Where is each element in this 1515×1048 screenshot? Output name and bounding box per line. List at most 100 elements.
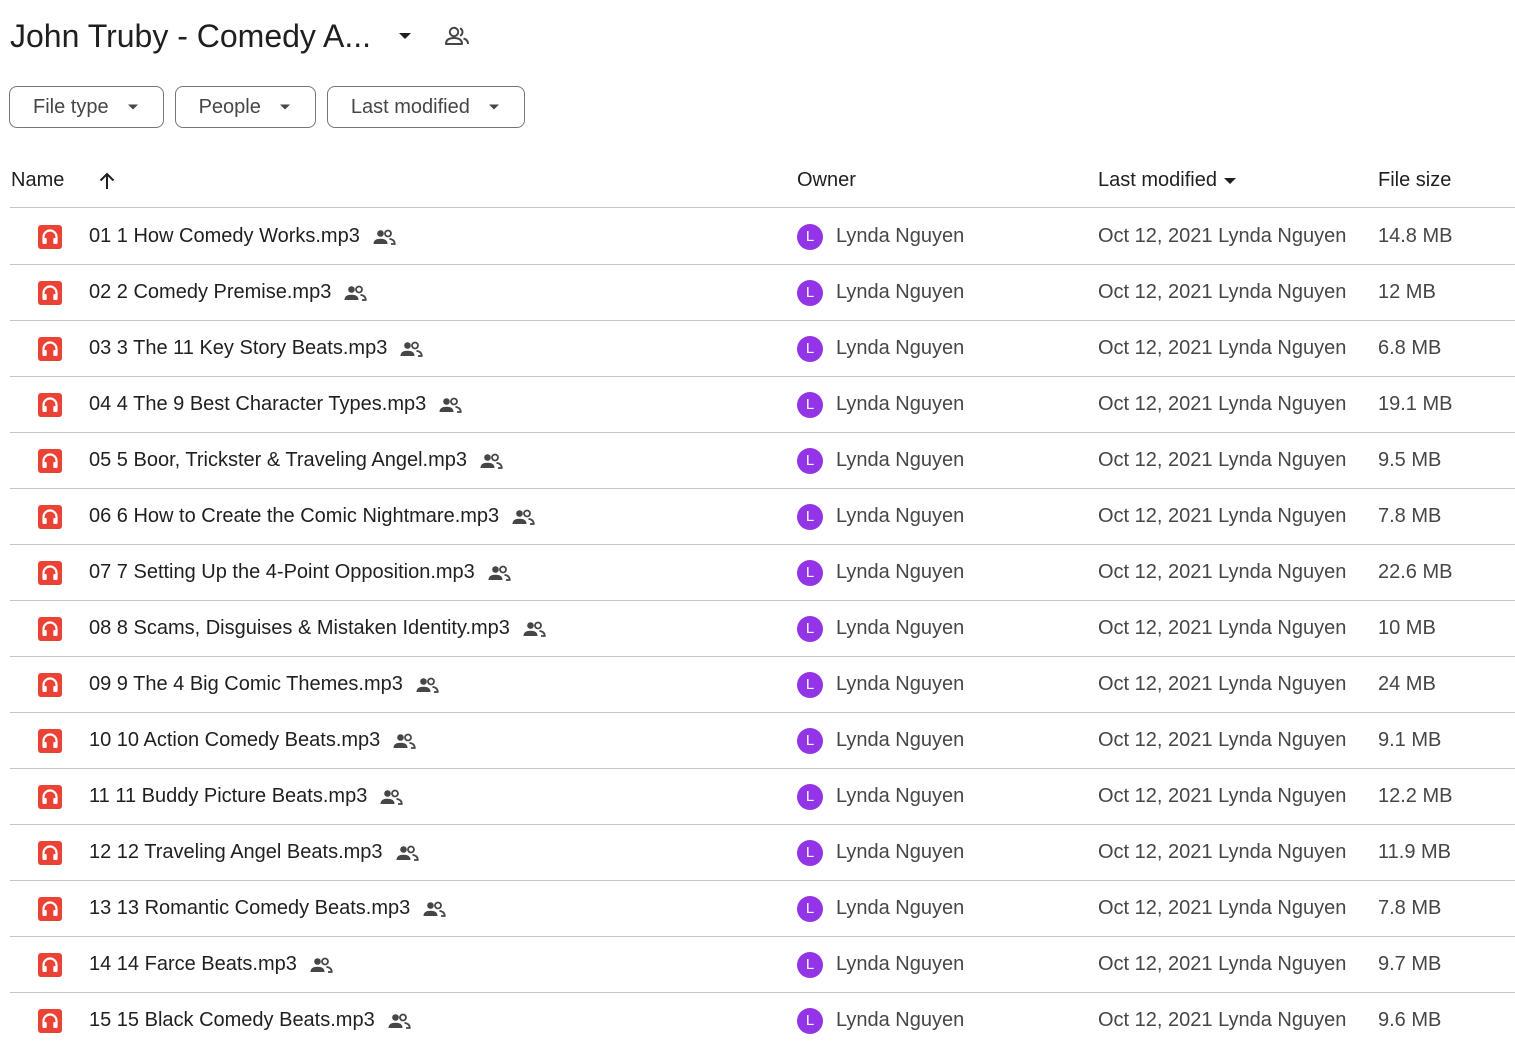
owner-cell: L Lynda Nguyen bbox=[797, 825, 964, 880]
avatar[interactable]: L bbox=[797, 335, 823, 362]
shared-people-icon bbox=[395, 845, 419, 861]
last-modified-cell: Oct 12, 2021 Lynda Nguyen bbox=[1098, 281, 1347, 303]
last-modified-cell: Oct 12, 2021 Lynda Nguyen bbox=[1098, 785, 1347, 807]
caret-down-icon bbox=[488, 103, 500, 111]
file-row[interactable]: 13 13 Romantic Comedy Beats.mp3 L Lynda … bbox=[10, 881, 1515, 937]
filter-bar: File type People Last modified bbox=[9, 86, 525, 128]
file-row[interactable]: 12 12 Traveling Angel Beats.mp3 L Lynda … bbox=[10, 825, 1515, 881]
avatar[interactable]: L bbox=[797, 559, 823, 586]
file-size-cell: 7.8 MB bbox=[1378, 897, 1442, 919]
file-name: 14 14 Farce Beats.mp3 bbox=[89, 937, 333, 992]
last-modified-cell: Oct 12, 2021 Lynda Nguyen bbox=[1098, 393, 1347, 415]
file-row[interactable]: 01 1 How Comedy Works.mp3 L Lynda Nguyen… bbox=[10, 209, 1515, 265]
file-name: 15 15 Black Comedy Beats.mp3 bbox=[89, 993, 411, 1048]
drive-folder-view: John Truby - Comedy A... File type Peopl… bbox=[0, 0, 1515, 1048]
file-name: 09 9 The 4 Big Comic Themes.mp3 bbox=[89, 657, 439, 712]
last-modified-cell: Oct 12, 2021 Lynda Nguyen bbox=[1098, 337, 1347, 359]
file-size-cell: 9.5 MB bbox=[1378, 449, 1442, 471]
avatar[interactable]: L bbox=[797, 671, 823, 698]
audio-file-icon bbox=[38, 209, 62, 264]
file-row[interactable]: 04 4 The 9 Best Character Types.mp3 L Ly… bbox=[10, 377, 1515, 433]
file-size-cell: 11.9 MB bbox=[1378, 841, 1451, 863]
audio-file-icon bbox=[38, 881, 62, 936]
file-row[interactable]: 06 6 How to Create the Comic Nightmare.m… bbox=[10, 489, 1515, 545]
owner-cell: L Lynda Nguyen bbox=[797, 993, 964, 1048]
shared-people-icon bbox=[372, 229, 396, 245]
avatar[interactable]: L bbox=[797, 895, 823, 922]
file-row[interactable]: 10 10 Action Comedy Beats.mp3 L Lynda Ng… bbox=[10, 713, 1515, 769]
file-name: 02 2 Comedy Premise.mp3 bbox=[89, 265, 367, 320]
arrow-up-icon[interactable] bbox=[92, 153, 122, 208]
filter-last-modified[interactable]: Last modified bbox=[326, 86, 525, 128]
file-size-cell: 9.6 MB bbox=[1378, 1009, 1442, 1031]
avatar[interactable]: L bbox=[797, 951, 823, 978]
file-row[interactable]: 14 14 Farce Beats.mp3 L Lynda Nguyen Oct… bbox=[10, 937, 1515, 993]
file-row[interactable]: 07 7 Setting Up the 4-Point Opposition.m… bbox=[10, 545, 1515, 601]
column-header-file-size[interactable]: File size bbox=[1378, 153, 1451, 208]
file-name: 07 7 Setting Up the 4-Point Opposition.m… bbox=[89, 545, 511, 600]
avatar[interactable]: L bbox=[797, 727, 823, 754]
owner-name: Lynda Nguyen bbox=[836, 785, 965, 807]
filter-file-type[interactable]: File type bbox=[9, 86, 164, 128]
file-size-cell: 24 MB bbox=[1378, 673, 1436, 695]
owner-name: Lynda Nguyen bbox=[836, 561, 965, 583]
audio-file-icon bbox=[38, 321, 62, 376]
last-modified-cell: Oct 12, 2021 Lynda Nguyen bbox=[1098, 897, 1347, 919]
caret-down-icon bbox=[127, 103, 139, 111]
avatar[interactable]: L bbox=[797, 279, 823, 306]
owner-name: Lynda Nguyen bbox=[836, 841, 965, 863]
avatar[interactable]: L bbox=[797, 391, 823, 418]
shared-folder-icon[interactable] bbox=[437, 16, 477, 56]
owner-name: Lynda Nguyen bbox=[836, 281, 965, 303]
filter-label: Last modified bbox=[350, 95, 470, 118]
file-row[interactable]: 09 9 The 4 Big Comic Themes.mp3 L Lynda … bbox=[10, 657, 1515, 713]
filter-people[interactable]: People bbox=[174, 86, 316, 128]
column-header-name[interactable]: Name bbox=[11, 153, 64, 208]
file-row[interactable]: 15 15 Black Comedy Beats.mp3 L Lynda Ngu… bbox=[10, 993, 1515, 1048]
file-row[interactable]: 02 2 Comedy Premise.mp3 L Lynda Nguyen O… bbox=[10, 265, 1515, 321]
shared-people-icon bbox=[343, 285, 367, 301]
avatar[interactable]: L bbox=[797, 1007, 823, 1034]
owner-cell: L Lynda Nguyen bbox=[797, 881, 964, 936]
file-name-text: 07 7 Setting Up the 4-Point Opposition.m… bbox=[89, 561, 475, 583]
file-name-text: 08 8 Scams, Disguises & Mistaken Identit… bbox=[89, 617, 510, 639]
file-size-cell: 14.8 MB bbox=[1378, 225, 1453, 247]
avatar[interactable]: L bbox=[797, 503, 823, 530]
avatar[interactable]: L bbox=[797, 223, 823, 250]
avatar[interactable]: L bbox=[797, 783, 823, 810]
shared-people-icon bbox=[422, 901, 446, 917]
file-name: 12 12 Traveling Angel Beats.mp3 bbox=[89, 825, 419, 880]
audio-file-icon bbox=[38, 545, 62, 600]
owner-cell: L Lynda Nguyen bbox=[797, 937, 964, 992]
table-header: Name Owner Last modified File size bbox=[10, 153, 1515, 208]
owner-cell: L Lynda Nguyen bbox=[797, 769, 964, 824]
owner-cell: L Lynda Nguyen bbox=[797, 321, 964, 376]
file-name: 05 5 Boor, Trickster & Traveling Angel.m… bbox=[89, 433, 503, 488]
folder-title[interactable]: John Truby - Comedy A... bbox=[10, 18, 371, 55]
shared-people-icon bbox=[392, 733, 416, 749]
column-header-owner[interactable]: Owner bbox=[797, 153, 856, 208]
avatar[interactable]: L bbox=[797, 615, 823, 642]
file-row[interactable]: 03 3 The 11 Key Story Beats.mp3 L Lynda … bbox=[10, 321, 1515, 377]
file-name: 08 8 Scams, Disguises & Mistaken Identit… bbox=[89, 601, 546, 656]
file-size-cell: 6.8 MB bbox=[1378, 337, 1442, 359]
audio-file-icon bbox=[38, 769, 62, 824]
file-row[interactable]: 08 8 Scams, Disguises & Mistaken Identit… bbox=[10, 601, 1515, 657]
shared-people-icon bbox=[479, 453, 503, 469]
last-modified-cell: Oct 12, 2021 Lynda Nguyen bbox=[1098, 673, 1347, 695]
last-modified-cell: Oct 12, 2021 Lynda Nguyen bbox=[1098, 841, 1347, 863]
audio-file-icon bbox=[38, 377, 62, 432]
avatar[interactable]: L bbox=[797, 447, 823, 474]
column-header-last-modified[interactable]: Last modified bbox=[1098, 153, 1237, 208]
owner-name: Lynda Nguyen bbox=[836, 505, 965, 527]
file-row[interactable]: 11 11 Buddy Picture Beats.mp3 L Lynda Ng… bbox=[10, 769, 1515, 825]
caret-down-icon[interactable] bbox=[385, 16, 425, 56]
avatar[interactable]: L bbox=[797, 839, 823, 866]
audio-file-icon bbox=[38, 713, 62, 768]
shared-people-icon bbox=[511, 509, 535, 525]
last-modified-cell: Oct 12, 2021 Lynda Nguyen bbox=[1098, 617, 1347, 639]
file-name-text: 03 3 The 11 Key Story Beats.mp3 bbox=[89, 337, 388, 359]
file-name: 11 11 Buddy Picture Beats.mp3 bbox=[89, 769, 403, 824]
caret-down-icon bbox=[279, 103, 291, 111]
file-row[interactable]: 05 5 Boor, Trickster & Traveling Angel.m… bbox=[10, 433, 1515, 489]
